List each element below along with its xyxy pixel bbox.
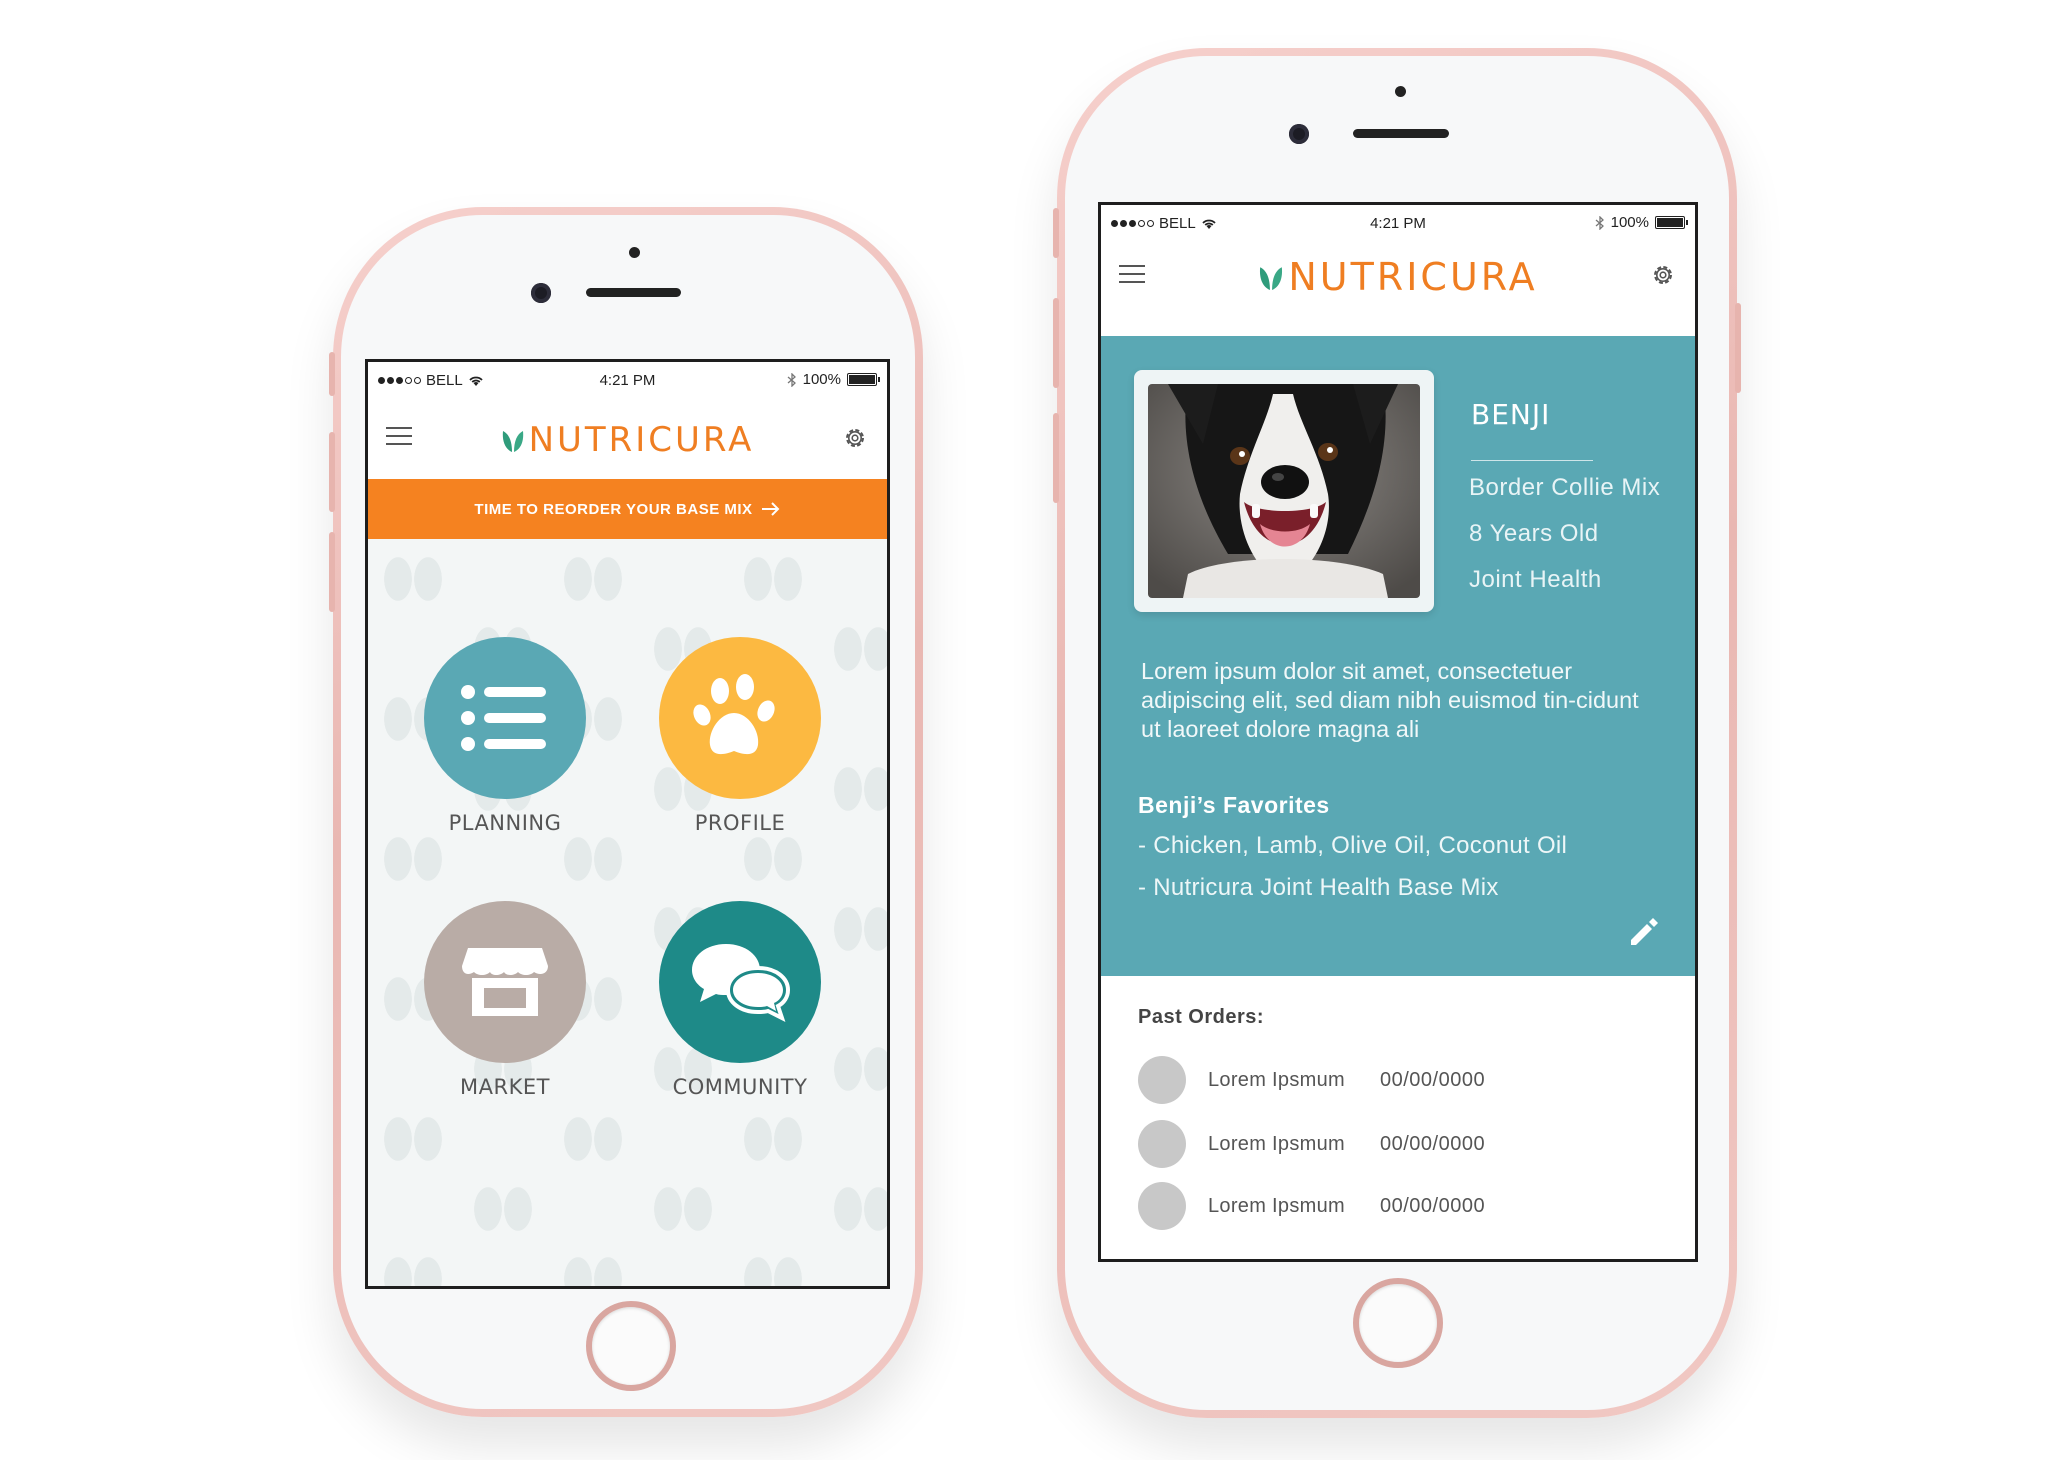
tile-profile[interactable]: PROFILE — [655, 637, 825, 835]
battery-icon — [847, 373, 880, 386]
proximity-sensor — [1395, 86, 1406, 97]
favorites-title: Benji’s Favorites — [1138, 792, 1330, 818]
front-camera — [1289, 124, 1309, 144]
order-name: Lorem Ipsmum — [1208, 1132, 1345, 1155]
tile-planning[interactable]: PLANNING — [420, 637, 590, 835]
brand-logo: NUTRICURA — [1101, 255, 1695, 299]
brand-name: NUTRICURA — [1288, 255, 1538, 299]
pet-profile-panel: BENJI Border Collie Mix 8 Years Old Join… — [1101, 336, 1695, 976]
battery-icon — [1655, 216, 1688, 229]
chat-bubbles-icon — [692, 944, 791, 1022]
earpiece-speaker — [586, 288, 681, 297]
order-thumbnail — [1138, 1182, 1186, 1230]
home-screen: BELL 4:21 PM 100% NUTRICURA TIME TO REOR… — [365, 359, 890, 1289]
volume-down-button — [329, 532, 335, 612]
leaf-logo-icon — [502, 429, 523, 452]
front-camera — [531, 283, 551, 303]
battery-percent: 100% — [802, 371, 841, 388]
pet-health-focus: Joint Health — [1469, 566, 1602, 593]
pet-age: 8 Years Old — [1469, 520, 1599, 547]
brand-logo: NUTRICURA — [368, 420, 887, 460]
leaf-pattern-background: PLANNING PROFILE MARKET COMMUNITY — [368, 539, 887, 1286]
arrow-right-icon — [761, 502, 779, 516]
leaf-logo-icon — [1260, 265, 1283, 290]
reorder-banner[interactable]: TIME TO REORDER YOUR BASE MIX — [368, 479, 887, 539]
volume-up-button — [1053, 298, 1059, 388]
tile-label: PROFILE — [694, 811, 786, 835]
app-header: NUTRICURA — [368, 398, 887, 480]
phone-left: BELL 4:21 PM 100% NUTRICURA TIME TO REOR… — [329, 207, 923, 1417]
order-date: 00/00/0000 — [1380, 1068, 1486, 1091]
order-row[interactable]: Lorem Ipsmum 00/00/0000 — [1138, 1120, 1485, 1168]
order-name: Lorem Ipsmum — [1208, 1068, 1345, 1091]
bluetooth-icon — [787, 372, 796, 387]
status-right: 100% — [787, 371, 880, 388]
home-button — [586, 1301, 676, 1391]
mute-switch — [1053, 208, 1059, 258]
settings-gear-icon[interactable] — [841, 424, 869, 452]
bluetooth-icon — [1595, 215, 1604, 230]
order-name: Lorem Ipsmum — [1208, 1194, 1345, 1217]
proximity-sensor — [629, 247, 640, 258]
pet-photo-frame — [1134, 370, 1434, 612]
profile-screen: BELL 4:21 PM 100% NUTRICURA BENJI Border… — [1098, 202, 1698, 1262]
status-bar: BELL 4:21 PM 100% — [368, 362, 887, 398]
tile-label: PLANNING — [448, 811, 562, 835]
pet-name: BENJI — [1471, 398, 1551, 431]
paw-icon — [693, 674, 775, 755]
phone-face: BELL 4:21 PM 100% — [1065, 56, 1729, 1410]
name-divider — [1471, 460, 1593, 461]
brand-name: NUTRICURA — [528, 420, 755, 460]
reorder-banner-text: TIME TO REORDER YOUR BASE MIX — [474, 500, 753, 518]
list-icon — [461, 685, 546, 751]
order-date: 00/00/0000 — [1380, 1194, 1486, 1217]
status-right: 100% — [1595, 214, 1688, 231]
market-circle[interactable] — [424, 901, 586, 1063]
power-button — [1735, 303, 1741, 393]
order-date: 00/00/0000 — [1380, 1132, 1486, 1155]
community-circle[interactable] — [659, 901, 821, 1063]
battery-percent: 100% — [1610, 214, 1649, 231]
home-button — [1353, 1278, 1443, 1368]
order-thumbnail — [1138, 1120, 1186, 1168]
pet-description: Lorem ipsum dolor sit amet, consectetuer… — [1141, 658, 1639, 742]
order-thumbnail — [1138, 1056, 1186, 1104]
past-orders-title: Past Orders: — [1138, 1006, 1265, 1028]
app-header: NUTRICURA — [1101, 241, 1695, 336]
settings-gear-icon[interactable] — [1649, 261, 1677, 289]
phone-right: BELL 4:21 PM 100% NUTRICURA BENJI Border… — [1053, 48, 1741, 1418]
storefront-icon — [462, 948, 548, 1016]
tile-community[interactable]: COMMUNITY — [655, 901, 825, 1099]
dog-photo-icon — [1148, 384, 1420, 598]
pet-photo — [1148, 384, 1420, 598]
order-row[interactable]: Lorem Ipsmum 00/00/0000 — [1138, 1056, 1485, 1104]
planning-circle[interactable] — [424, 637, 586, 799]
volume-down-button — [1053, 413, 1059, 503]
favorite-item: - Nutricura Joint Health Base Mix — [1138, 874, 1499, 901]
mute-switch — [329, 352, 335, 396]
volume-up-button — [329, 432, 335, 512]
edit-pencil-icon[interactable] — [1626, 914, 1660, 948]
order-row[interactable]: Lorem Ipsmum 00/00/0000 — [1138, 1182, 1485, 1230]
status-bar: BELL 4:21 PM 100% — [1101, 205, 1695, 241]
favorite-item: - Chicken, Lamb, Olive Oil, Coconut Oil — [1138, 832, 1568, 859]
phone-face: BELL 4:21 PM 100% — [341, 215, 915, 1409]
tile-label: COMMUNITY — [672, 1075, 808, 1099]
tile-market[interactable]: MARKET — [420, 901, 590, 1099]
earpiece-speaker — [1353, 129, 1449, 138]
pet-breed: Border Collie Mix — [1469, 474, 1661, 501]
profile-circle[interactable] — [659, 637, 821, 799]
tile-label: MARKET — [460, 1075, 550, 1099]
